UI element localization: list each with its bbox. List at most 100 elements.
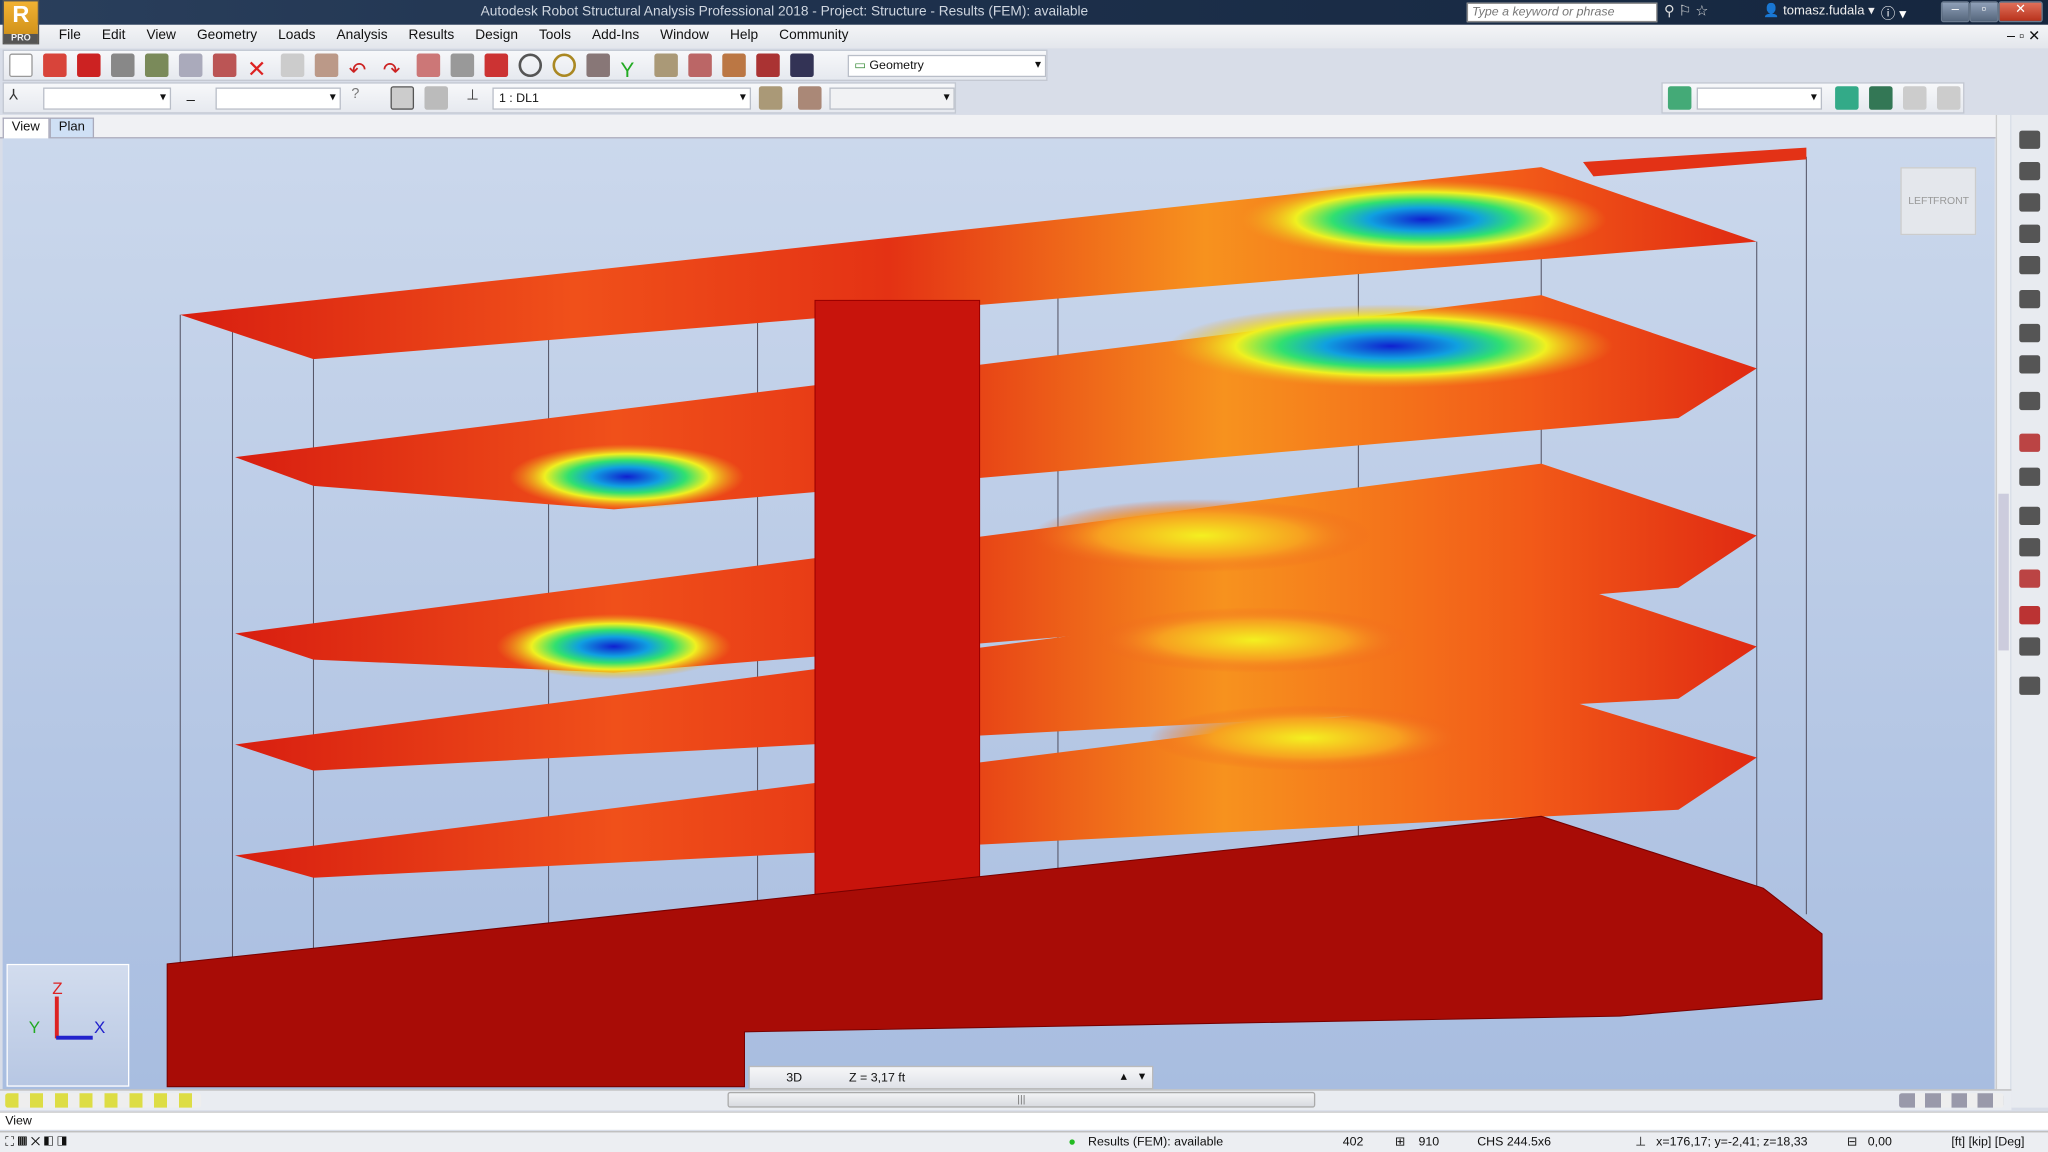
vertical-scrollbar[interactable]: [1995, 114, 2011, 1090]
structure-model[interactable]: [3, 138, 1995, 1089]
save-icon[interactable]: [77, 53, 101, 78]
units[interactable]: [ft] [kip] [Deg]: [1951, 1135, 2024, 1149]
mode-select[interactable]: [829, 87, 955, 110]
binoculars-icon[interactable]: ⚲ ⚐ ☆: [1664, 3, 1708, 20]
open-icon[interactable]: [43, 53, 67, 78]
level-down-icon[interactable]: ▾: [1139, 1070, 1145, 1084]
horizontal-scrollbar[interactable]: |||: [727, 1091, 1316, 1108]
layers-icon[interactable]: [2019, 676, 2041, 695]
menu-community[interactable]: Community: [779, 25, 848, 43]
beam-icon[interactable]: [2019, 161, 2041, 181]
user-menu[interactable]: 👤 tomasz.fudala ▾: [1763, 4, 1874, 18]
node-selection-input[interactable]: [43, 87, 172, 110]
level-up-icon[interactable]: ▴: [1121, 1070, 1127, 1084]
preview-icon[interactable]: [178, 53, 203, 78]
offset-icon[interactable]: [2019, 467, 2041, 486]
section-down-icon[interactable]: [1903, 86, 1927, 110]
menu-add-ins[interactable]: Add-Ins: [592, 25, 639, 43]
view-cube[interactable]: LEFT FRONT: [1900, 167, 1977, 236]
views-icon[interactable]: [586, 53, 610, 78]
mesh-icon[interactable]: [2019, 606, 2041, 625]
print-icon[interactable]: [111, 53, 135, 78]
help-select-icon[interactable]: ?: [351, 86, 375, 110]
load-icon[interactable]: [2019, 433, 2041, 452]
book-icon[interactable]: [144, 53, 169, 78]
app-logo[interactable]: R PRO: [2, 0, 40, 45]
lock-icon[interactable]: [484, 53, 509, 78]
wall-icon[interactable]: [2019, 255, 2041, 275]
object-icon[interactable]: [424, 86, 448, 110]
menu-loads[interactable]: Loads: [278, 25, 315, 43]
menu-file[interactable]: File: [59, 25, 81, 43]
view-mode[interactable]: 3D: [786, 1071, 802, 1085]
delete-icon[interactable]: ✕: [247, 57, 271, 83]
bug-icon[interactable]: [722, 53, 746, 78]
roof-slab[interactable]: [1583, 147, 1807, 177]
tab-plan[interactable]: Plan: [49, 117, 95, 139]
menu-design[interactable]: Design: [475, 25, 518, 43]
grid-icon[interactable]: [2019, 538, 2041, 557]
new-icon[interactable]: [9, 53, 33, 78]
mode-icon[interactable]: [758, 86, 783, 110]
section-icon[interactable]: [2019, 323, 2041, 343]
zoom-icon[interactable]: [518, 53, 543, 78]
load-case-select[interactable]: 1 : DL1: [492, 87, 752, 110]
display-options-icons[interactable]: [5, 1093, 202, 1108]
viewcube-left[interactable]: LEFT: [1908, 195, 1934, 207]
minimize-button[interactable]: –: [1940, 1, 1970, 23]
bar-selection-input[interactable]: [215, 87, 341, 110]
copy-icon[interactable]: [280, 53, 305, 78]
table-icon[interactable]: [2019, 637, 2041, 656]
screen-capture-icon[interactable]: [212, 53, 237, 78]
search-input[interactable]: Type a keyword or phrase: [1466, 2, 1658, 23]
layout-select[interactable]: ▭ Geometry: [847, 54, 1047, 78]
tab-view[interactable]: View: [2, 117, 49, 139]
material-icon[interactable]: [2019, 355, 2041, 374]
viewcube-front[interactable]: FRONT: [1933, 195, 1969, 207]
bars-icon[interactable]: [2019, 130, 2041, 149]
section-select[interactable]: [1696, 87, 1823, 110]
undo-icon[interactable]: ↶: [349, 57, 373, 82]
menu-help[interactable]: Help: [730, 25, 758, 43]
close-button[interactable]: ✕: [1998, 1, 2043, 23]
menu-view[interactable]: View: [146, 25, 175, 43]
table-icon[interactable]: [450, 53, 475, 78]
column-icon[interactable]: [2019, 193, 2041, 212]
zoom-all-icon[interactable]: [552, 53, 576, 78]
core-wall[interactable]: [814, 299, 981, 928]
menu-window[interactable]: Window: [660, 25, 709, 43]
report-icon[interactable]: [790, 53, 814, 78]
help-icon[interactable]: ⓘ ▾: [1881, 3, 1907, 24]
section-define-icon[interactable]: [1835, 86, 1859, 110]
level-field[interactable]: Z = 3,17 ft: [849, 1071, 905, 1085]
model-icon[interactable]: [688, 53, 712, 78]
paste-icon[interactable]: [314, 53, 339, 78]
bar-select-icon[interactable]: _: [187, 86, 211, 110]
section-icon[interactable]: [1667, 86, 1692, 110]
menu-analysis[interactable]: Analysis: [336, 25, 387, 43]
mdi-window-controls[interactable]: – ▫ ✕: [2007, 27, 2040, 45]
section-help-icon[interactable]: [1869, 86, 1893, 110]
menu-edit[interactable]: Edit: [102, 25, 126, 43]
combination-icon[interactable]: [798, 86, 822, 110]
cable-icon[interactable]: [2019, 569, 2041, 588]
3d-viewport[interactable]: Z Y X LEFT FRONT: [2, 138, 1995, 1090]
menu-geometry[interactable]: Geometry: [197, 25, 257, 43]
measure-icon[interactable]: [654, 53, 678, 78]
storey-icon[interactable]: [2019, 506, 2041, 526]
maximize-button[interactable]: ▫: [1969, 1, 1999, 23]
load-case-icon[interactable]: ⊥: [466, 86, 490, 110]
structure-icon[interactable]: Y: [620, 60, 644, 84]
menu-tools[interactable]: Tools: [539, 25, 571, 43]
node-select-icon[interactable]: ⅄: [9, 86, 33, 110]
release-icon[interactable]: [2019, 391, 2041, 411]
calculator-icon[interactable]: [416, 53, 441, 78]
view-nav-icons[interactable]: [1899, 1093, 2004, 1108]
panel-icon[interactable]: [2019, 224, 2041, 243]
redo-icon[interactable]: ↷: [383, 57, 407, 82]
status-tool-icons[interactable]: ⛶ ▦ ✕ ◧ ◨: [5, 1135, 67, 1149]
menu-results[interactable]: Results: [409, 25, 455, 43]
wrench-icon[interactable]: [756, 53, 780, 78]
display-icon[interactable]: [390, 86, 415, 110]
section-up-icon[interactable]: [1936, 86, 1961, 110]
